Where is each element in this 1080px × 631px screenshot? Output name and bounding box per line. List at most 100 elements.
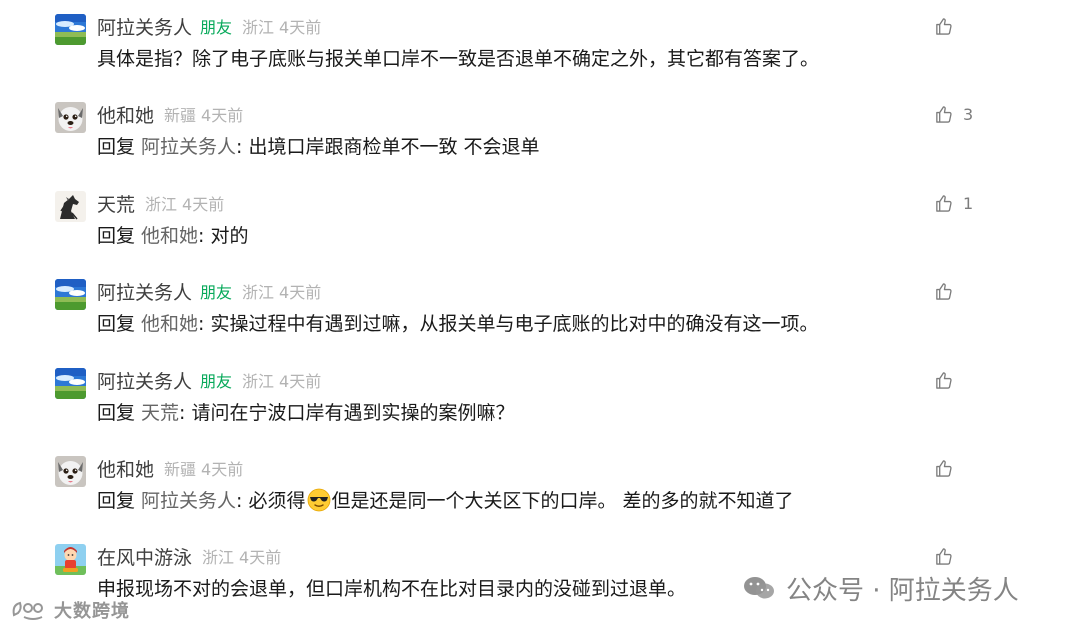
- comment-meta: 阿拉关务人 朋友 浙江 4天前: [97, 12, 321, 40]
- watermark-right-text: 公众号 · 阿拉关务人: [786, 575, 1019, 606]
- reply-text: 对的: [210, 225, 249, 247]
- like-button[interactable]: 1: [934, 191, 973, 215]
- author-name[interactable]: 在风中游泳: [97, 543, 192, 570]
- reply-prefix: 回复: [97, 313, 136, 335]
- comment-text: 回复 他和她: 对的: [97, 221, 249, 251]
- comment-meta: 在风中游泳 浙江 4天前: [97, 542, 281, 570]
- comment-meta: 天荒 浙江 4天前: [97, 189, 224, 217]
- location: 新疆: [164, 106, 197, 125]
- avatar[interactable]: [55, 102, 86, 133]
- author-name[interactable]: 阿拉关务人: [97, 367, 192, 394]
- sunglasses-emoji-icon: [307, 488, 331, 512]
- like-button[interactable]: [934, 544, 953, 568]
- friend-tag: 朋友: [200, 283, 233, 302]
- author-name[interactable]: 他和她: [97, 455, 154, 482]
- like-count: 3: [963, 104, 974, 124]
- location: 浙江: [242, 283, 275, 302]
- location: 浙江: [202, 548, 235, 567]
- reply-prefix: 回复: [97, 402, 136, 424]
- reply-colon: :: [179, 402, 186, 424]
- timestamp: 4天前: [201, 106, 244, 125]
- cartoon-avatar-icon: [55, 544, 86, 575]
- location: 浙江: [242, 18, 275, 37]
- landscape-avatar-icon: [55, 279, 86, 310]
- timestamp: 4天前: [182, 195, 225, 214]
- thumbs-up-icon: [936, 194, 952, 212]
- reply-target-name[interactable]: 天荒: [141, 402, 179, 424]
- reply-target-name[interactable]: 他和她: [141, 313, 198, 335]
- thumbs-up-icon: [936, 459, 952, 477]
- author-name[interactable]: 天荒: [97, 190, 135, 217]
- comment-item: 阿拉关务人 朋友 浙江 4天前 具体是指？除了电子底账与报关单口岸不一致是否退单…: [0, 0, 1080, 88]
- landscape-avatar-icon: [55, 368, 86, 399]
- reply-target-name[interactable]: 阿拉关务人: [141, 136, 236, 158]
- reply-colon: :: [198, 225, 205, 247]
- friend-tag: 朋友: [200, 372, 233, 391]
- reply-prefix: 回复: [97, 136, 136, 158]
- avatar[interactable]: [55, 191, 86, 222]
- like-button[interactable]: [934, 368, 953, 392]
- comment-text: 回复 阿拉关务人: 出境口岸跟商检单不一致 不会退单: [97, 132, 540, 162]
- comment-item: 天荒 浙江 4天前 回复 他和她: 对的 1: [0, 177, 1080, 265]
- timestamp: 4天前: [201, 460, 244, 479]
- timestamp: 4天前: [279, 283, 322, 302]
- comment-text: 回复 他和她: 实操过程中有遇到过嘛，从报关单与电子底账的比对中的确没有这一项。: [97, 309, 819, 339]
- landscape-avatar-icon: [55, 14, 86, 45]
- timestamp: 4天前: [279, 18, 322, 37]
- wechat-icon: [744, 577, 774, 599]
- like-button[interactable]: [934, 279, 953, 303]
- reply-colon: :: [236, 136, 243, 158]
- comment-text: 回复 天荒: 请问在宁波口岸有遇到实操的案例嘛？: [97, 398, 515, 428]
- comment-text: 具体是指？除了电子底账与报关单口岸不一致是否退单不确定之外，其它都有答案了。: [97, 48, 820, 70]
- thumbs-up-icon: [936, 547, 952, 565]
- reply-target-name[interactable]: 他和她: [141, 225, 198, 247]
- avatar[interactable]: [55, 279, 86, 310]
- watermark-left: 大数跨境: [10, 596, 130, 624]
- comment-item: 阿拉关务人 朋友 浙江 4天前 回复 他和她: 实操过程中有遇到过嘛，从报关单与电…: [0, 265, 1080, 353]
- author-name[interactable]: 阿拉关务人: [97, 13, 192, 40]
- like-button[interactable]: 3: [934, 102, 973, 126]
- timestamp: 4天前: [279, 372, 322, 391]
- reply-text-before-emoji: 必须得: [248, 490, 306, 512]
- dog-avatar-icon: [55, 456, 86, 487]
- location: 新疆: [164, 460, 197, 479]
- comment-item: 他和她 新疆 4天前 回复 阿拉关务人: 出境口岸跟商检单不一致 不会退单 3: [0, 88, 1080, 176]
- reply-text: 实操过程中有遇到过嘛，从报关单与电子底账的比对中的确没有这一项。: [210, 313, 819, 335]
- watermark-left-text: 大数跨境: [54, 601, 130, 622]
- thumbs-up-icon: [936, 105, 952, 123]
- comment-text: 回复 阿拉关务人: 必须得 但是还是同一个大关区下的口岸。 差的多的就不知道了: [97, 486, 794, 516]
- location: 浙江: [145, 195, 178, 214]
- dog-avatar-icon: [55, 102, 86, 133]
- watermark-right: 公众号 · 阿拉关务人: [742, 570, 1019, 606]
- horse-avatar-icon: [55, 191, 86, 222]
- avatar[interactable]: [55, 544, 86, 575]
- comment-meta: 他和她 新疆 4天前: [97, 454, 243, 482]
- reply-colon: :: [198, 313, 205, 335]
- watermark-logo-icon: [12, 601, 43, 620]
- friend-tag: 朋友: [200, 18, 233, 37]
- avatar[interactable]: [55, 368, 86, 399]
- reply-text: 请问在宁波口岸有遇到实操的案例嘛？: [191, 402, 515, 424]
- avatar[interactable]: [55, 456, 86, 487]
- comment-text: 申报现场不对的会退单，但口岸机构不在比对目录内的没碰到过退单。: [97, 578, 687, 600]
- like-button[interactable]: [934, 14, 953, 38]
- comment-meta: 阿拉关务人 朋友 浙江 4天前: [97, 366, 321, 394]
- author-name[interactable]: 阿拉关务人: [97, 278, 192, 305]
- comment-item: 他和她 新疆 4天前 回复 阿拉关务人: 必须得 但是还是同一个大关区下的口岸。 …: [0, 442, 1080, 530]
- location: 浙江: [242, 372, 275, 391]
- thumbs-up-icon: [936, 371, 952, 389]
- like-count: 1: [963, 193, 974, 213]
- reply-prefix: 回复: [97, 225, 136, 247]
- comment-meta: 他和她 新疆 4天前: [97, 100, 243, 128]
- reply-text-after-emoji: 但是还是同一个大关区下的口岸。 差的多的就不知道了: [331, 490, 794, 512]
- thumbs-up-icon: [936, 17, 952, 35]
- comment-meta: 阿拉关务人 朋友 浙江 4天前: [97, 277, 321, 305]
- timestamp: 4天前: [239, 548, 282, 567]
- reply-prefix: 回复: [97, 490, 136, 512]
- reply-target-name[interactable]: 阿拉关务人: [141, 490, 236, 512]
- reply-colon: :: [236, 490, 243, 512]
- avatar[interactable]: [55, 14, 86, 45]
- author-name[interactable]: 他和她: [97, 101, 154, 128]
- comment-item: 阿拉关务人 朋友 浙江 4天前 回复 天荒: 请问在宁波口岸有遇到实操的案例嘛？: [0, 354, 1080, 442]
- like-button[interactable]: [934, 456, 953, 480]
